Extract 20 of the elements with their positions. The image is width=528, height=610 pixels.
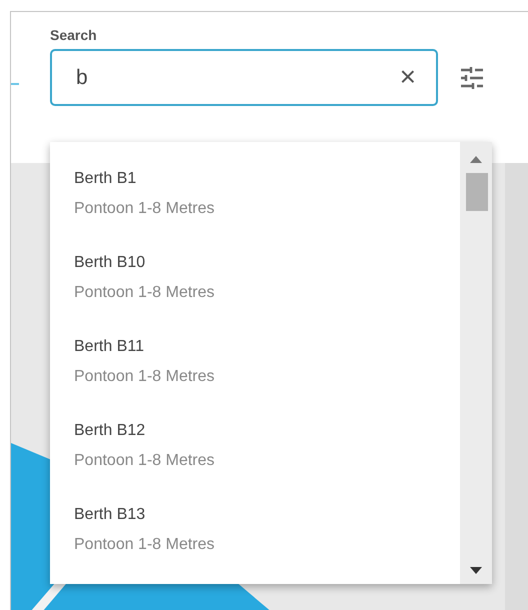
result-item[interactable]: Berth B10 Pontoon 1-8 Metres (50, 248, 460, 332)
berth-name: Berth B13 (74, 505, 146, 525)
filter-sliders-icon[interactable] (460, 66, 484, 88)
berth-detail: Pontoon 1-8 Metres (74, 199, 215, 219)
search-label: Search (50, 27, 98, 44)
berth-name: Berth B10 (74, 253, 146, 273)
berth-detail: Pontoon 1-8 Metres (74, 451, 215, 471)
berth-detail: Pontoon 1-8 Metres (74, 283, 215, 303)
berth-detail: Pontoon 1-8 Metres (74, 367, 215, 387)
result-item[interactable]: Berth B13 Pontoon 1-8 Metres (50, 500, 460, 584)
result-item[interactable]: Berth B12 Pontoon 1-8 Metres (50, 416, 460, 500)
berth-name: Berth B12 (74, 421, 146, 441)
map-line-mark (11, 83, 19, 85)
scrollbar[interactable] (460, 142, 492, 584)
result-item[interactable]: Berth B11 Pontoon 1-8 Metres (50, 332, 460, 416)
clear-button[interactable]: × (400, 63, 416, 91)
berth-name: Berth B1 (74, 169, 136, 189)
berth-name: Berth B11 (74, 337, 144, 357)
result-item[interactable]: Berth B1 Pontoon 1-8 Metres (50, 164, 460, 248)
berth-detail: Pontoon 1-8 Metres (74, 535, 215, 555)
